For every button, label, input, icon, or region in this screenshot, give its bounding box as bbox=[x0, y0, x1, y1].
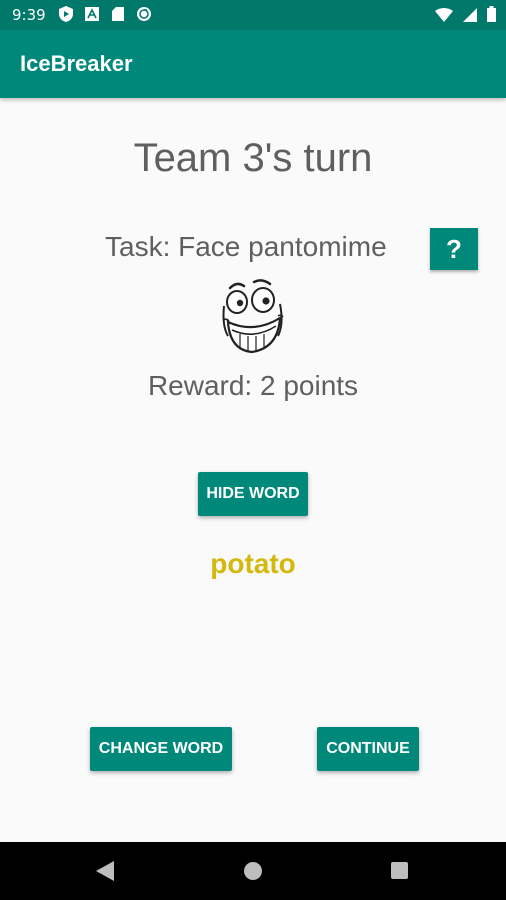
sync-icon bbox=[136, 6, 152, 22]
wifi-icon bbox=[435, 7, 453, 26]
back-icon[interactable] bbox=[96, 861, 114, 885]
battery-icon bbox=[487, 6, 496, 26]
font-icon bbox=[84, 6, 100, 22]
team-turn-title: Team 3's turn bbox=[133, 136, 373, 180]
notification-icons bbox=[58, 6, 152, 22]
secret-word: potato bbox=[210, 548, 296, 579]
navigation-bar bbox=[0, 842, 506, 900]
status-time: 9:39 bbox=[12, 6, 46, 24]
help-button[interactable]: ? bbox=[430, 228, 478, 270]
change-word-button[interactable]: CHANGE WORD bbox=[90, 727, 232, 771]
play-protect-icon bbox=[58, 6, 74, 22]
status-bar: 9:39 bbox=[0, 0, 506, 30]
task-label: Task: Face pantomime bbox=[105, 231, 387, 262]
app-bar: IceBreaker bbox=[0, 30, 506, 98]
continue-button[interactable]: CONTINUE bbox=[317, 727, 419, 771]
reward-label: Reward: 2 points bbox=[147, 370, 359, 401]
face-pantomime-icon bbox=[220, 276, 286, 358]
system-icons bbox=[435, 6, 496, 26]
app-title: IceBreaker bbox=[20, 51, 133, 76]
home-icon[interactable] bbox=[244, 862, 262, 880]
sd-card-icon bbox=[110, 6, 126, 22]
signal-icon bbox=[463, 7, 477, 26]
hide-word-button[interactable]: HIDE WORD bbox=[198, 472, 308, 516]
recents-icon[interactable] bbox=[391, 862, 408, 879]
